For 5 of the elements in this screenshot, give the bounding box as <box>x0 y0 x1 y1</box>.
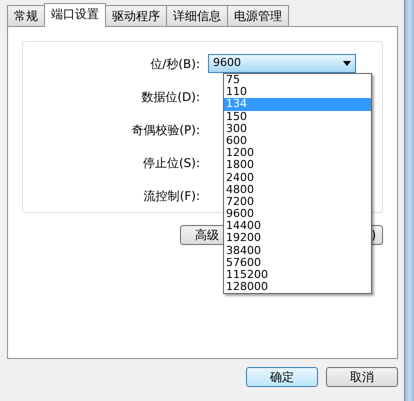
field-label: 数据位(D): <box>140 88 201 106</box>
field-label: 位/秒(B): <box>149 56 201 72</box>
field-label: 流控制(F): <box>142 188 201 204</box>
field-label: 停止位(S): <box>142 154 201 172</box>
field-label: 奇偶校验(P): <box>130 122 201 138</box>
